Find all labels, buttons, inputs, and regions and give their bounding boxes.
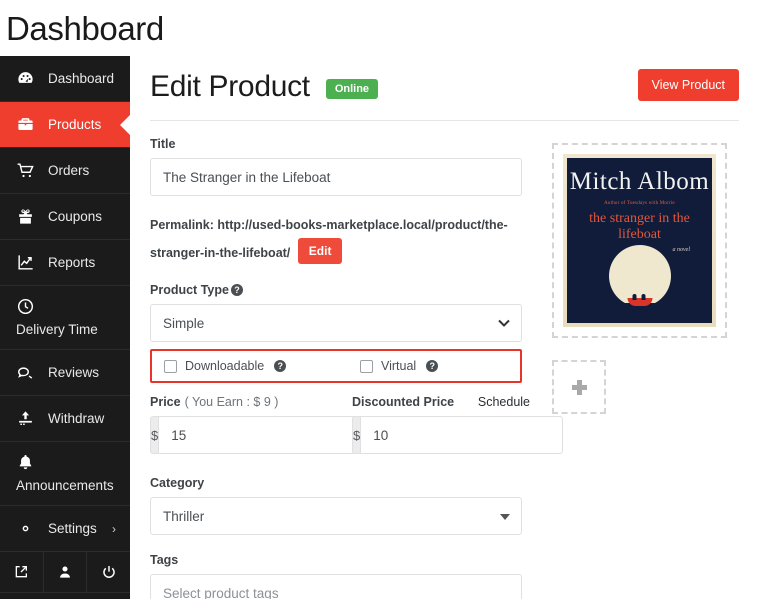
product-type-select[interactable]: Simple — [150, 304, 522, 342]
boat-figure — [641, 294, 645, 300]
downloadable-checkbox[interactable]: Downloadable ? — [164, 359, 360, 373]
discounted-price-label-row: Discounted Price Schedule — [352, 395, 530, 409]
sidebar-item-label: Reviews — [48, 365, 100, 380]
tags-input[interactable] — [150, 574, 522, 599]
add-image-button[interactable] — [552, 360, 606, 414]
permalink-edit-button[interactable]: Edit — [297, 238, 343, 264]
upload-icon — [16, 409, 35, 428]
checkbox-box[interactable] — [164, 359, 177, 373]
permalink-prefix: Permalink: — [150, 218, 214, 232]
price-row: Price ( You Earn : $ 9 ) $ Discounted Pr… — [150, 395, 564, 454]
sidebar-item-label: Products — [48, 117, 102, 132]
sidebar-item-products[interactable]: Products — [0, 102, 130, 148]
discount-currency-prefix: $ — [352, 416, 361, 454]
power-icon[interactable] — [87, 552, 130, 592]
virtual-checkbox[interactable]: Virtual ? — [360, 359, 439, 373]
page-title: Dashboard — [6, 10, 164, 47]
price-earn-note: ( You Earn : $ 9 ) — [184, 395, 279, 409]
edit-product-title: Edit Product — [150, 70, 310, 103]
price-label: Price — [150, 395, 181, 409]
category-label: Category — [150, 476, 205, 490]
category-value: Thriller — [163, 508, 205, 524]
product-flags-row: Downloadable ? Virtual ? — [150, 349, 522, 383]
sidebar-item-reviews[interactable]: Reviews — [0, 350, 130, 396]
product-type-value: Simple — [163, 315, 205, 331]
cart-icon — [16, 161, 35, 180]
help-icon[interactable]: ? — [274, 360, 287, 372]
main-content: Edit Product Online View Product Title P… — [130, 56, 763, 599]
comment-icon — [16, 363, 35, 382]
view-product-button[interactable]: View Product — [637, 69, 739, 101]
gear-icon — [16, 519, 35, 538]
product-type-group: Product Type? Simple — [150, 283, 522, 342]
price-label-row: Price ( You Earn : $ 9 ) — [150, 395, 328, 409]
user-icon[interactable] — [44, 552, 88, 592]
virtual-label: Virtual — [381, 359, 417, 373]
plus-icon — [571, 379, 587, 395]
boat-figure — [632, 294, 636, 300]
sidebar-item-label: Reports — [48, 255, 96, 270]
featured-image-dropzone[interactable]: Mitch Albom Author of Tuesdays with Morr… — [552, 143, 727, 338]
briefcase-icon — [16, 115, 35, 134]
tags-label: Tags — [150, 553, 179, 567]
sidebar-item-dashboard[interactable]: Dashboard — [0, 56, 130, 102]
help-icon[interactable]: ? — [230, 284, 243, 296]
clock-icon — [16, 297, 35, 316]
sidebar: Dashboard Products Orders Coupons Report — [0, 56, 130, 599]
discounted-price-group: Discounted Price Schedule $ — [352, 395, 564, 454]
sidebar-item-label: Announcements — [16, 478, 114, 493]
water-shape — [567, 303, 712, 323]
price-input[interactable] — [158, 416, 362, 454]
tags-group: Tags — [150, 553, 522, 599]
discounted-price-label: Discounted Price — [352, 395, 455, 409]
price-group: Price ( You Earn : $ 9 ) $ — [150, 395, 362, 454]
content-header: Edit Product Online View Product — [150, 69, 739, 121]
sidebar-item-reports[interactable]: Reports — [0, 240, 130, 286]
downloadable-label: Downloadable — [185, 359, 265, 373]
chart-line-icon — [16, 253, 35, 272]
sidebar-item-coupons[interactable]: Coupons — [0, 194, 130, 240]
title-label: Title — [150, 137, 176, 151]
product-form: Title Permalink: http://used-books-marke… — [150, 137, 564, 599]
category-select[interactable]: Thriller — [150, 497, 522, 535]
sidebar-item-label: Orders — [48, 163, 90, 178]
sidebar-item-withdraw[interactable]: Withdraw — [0, 396, 130, 442]
bell-icon — [16, 453, 35, 472]
sidebar-item-announcements[interactable]: Announcements — [0, 442, 130, 506]
status-badge: Online — [325, 79, 379, 99]
price-currency-prefix: $ — [150, 416, 159, 454]
book-cover-art: Mitch Albom Author of Tuesdays with Morr… — [567, 158, 712, 323]
title-input[interactable] — [150, 158, 522, 196]
sidebar-item-label: Coupons — [48, 209, 103, 224]
gift-icon — [16, 207, 35, 226]
external-link-icon[interactable] — [0, 552, 44, 592]
sidebar-item-settings[interactable]: Settings › — [0, 506, 130, 552]
checkbox-box[interactable] — [360, 359, 373, 373]
help-icon[interactable]: ? — [426, 360, 439, 372]
cover-title: the stranger in the lifeboat — [589, 211, 690, 242]
content-body: Title Permalink: http://used-books-marke… — [150, 121, 739, 599]
app-shell: Dashboard Products Orders Coupons Report — [0, 56, 763, 599]
sidebar-item-label: Withdraw — [48, 411, 105, 426]
product-type-label-text: Product Type — [150, 283, 229, 297]
sidebar-item-delivery-time[interactable]: Delivery Time — [0, 286, 130, 350]
sidebar-item-orders[interactable]: Orders — [0, 148, 130, 194]
cover-tagline: Author of Tuesdays with Morrie — [604, 201, 675, 206]
sidebar-footer — [0, 552, 130, 593]
cover-author: Mitch Albom — [569, 168, 710, 195]
gauge-icon — [16, 69, 35, 88]
book-cover-image: Mitch Albom Author of Tuesdays with Morr… — [563, 154, 716, 327]
category-group: Category Thriller — [150, 476, 522, 535]
sidebar-item-label: Dashboard — [48, 71, 115, 86]
chevron-right-icon: › — [112, 521, 116, 536]
product-type-label: Product Type? — [150, 283, 522, 297]
sidebar-item-label: Settings — [48, 521, 97, 536]
permalink-block: Permalink: http://used-books-marketplace… — [150, 212, 522, 266]
product-media: Mitch Albom Author of Tuesdays with Morr… — [522, 137, 739, 599]
sidebar-item-label: Delivery Time — [16, 322, 98, 337]
